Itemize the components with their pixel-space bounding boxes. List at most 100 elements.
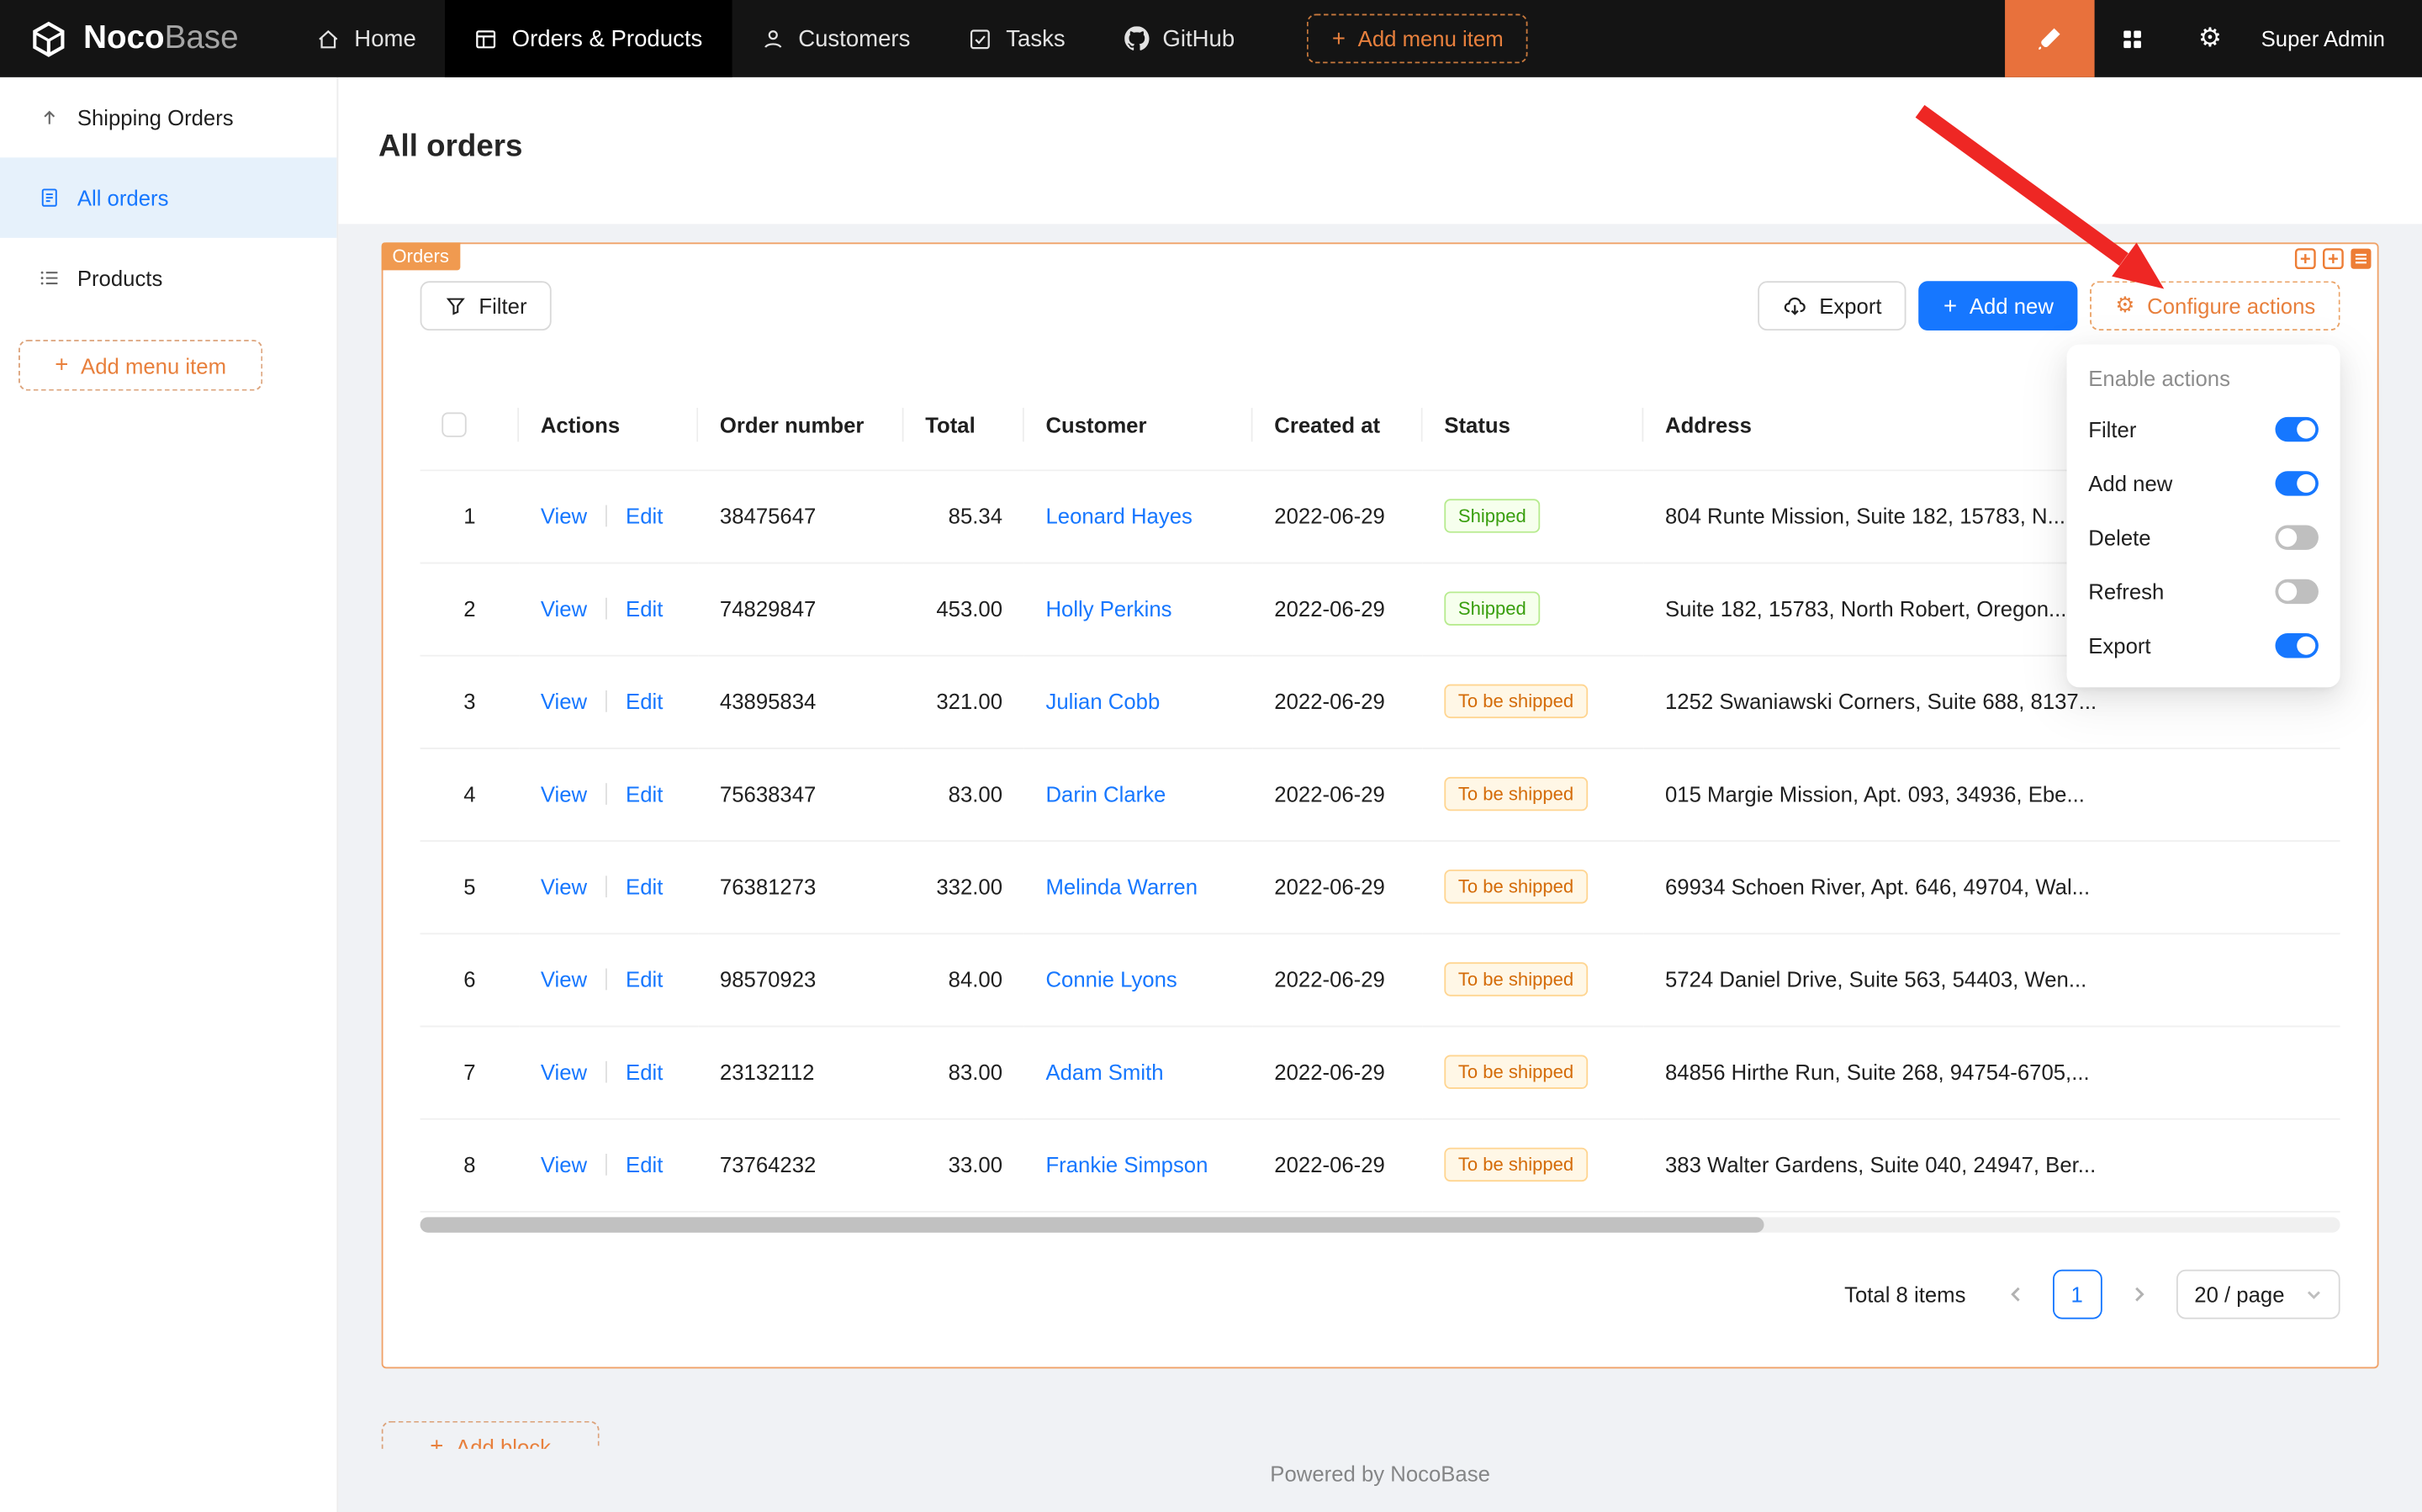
customer-link[interactable]: Leonard Hayes [1045, 504, 1192, 528]
table-row: 7 ViewEdit 23132112 83.00 Adam Smith 202… [420, 1026, 2340, 1118]
plugin-manager-button[interactable] [2094, 0, 2171, 77]
github-icon [1124, 26, 1149, 50]
address-cell: 84856 Hirthe Run, Suite 268, 94754-6705,… [1643, 1026, 2340, 1118]
row-actions: View Edit [519, 748, 698, 840]
nav-item-orders-products[interactable]: Orders & Products [446, 0, 732, 77]
page-size-select[interactable]: 20 / page [2176, 1269, 2340, 1319]
view-link[interactable]: View [541, 596, 587, 621]
customer-cell: Frankie Simpson [1024, 1118, 1253, 1211]
view-link[interactable]: View [541, 1152, 587, 1176]
add-block-button[interactable]: + Add block [382, 1421, 600, 1449]
created-at-cell: 2022-06-29 [1253, 563, 1423, 655]
address-cell: 5724 Daniel Drive, Suite 563, 54403, Wen… [1643, 933, 2340, 1025]
view-link[interactable]: View [541, 689, 587, 713]
edit-link[interactable]: Edit [626, 596, 663, 621]
customer-cell: Leonard Hayes [1024, 469, 1253, 562]
prev-page-button[interactable] [1991, 1269, 2040, 1319]
order-number-cell: 38475647 [698, 469, 903, 562]
sidebar-add-menu-item-button[interactable]: + Add menu item [19, 340, 262, 391]
customer-link[interactable]: Darin Clarke [1045, 781, 1166, 806]
total-cell: 321.00 [903, 655, 1023, 748]
table-toolbar: Filter Export + Add new ⚙ Configure acti… [420, 281, 2340, 330]
filter-toggle[interactable] [2276, 416, 2319, 441]
add-new-button[interactable]: + Add new [1919, 281, 2079, 330]
scrollbar-thumb[interactable] [420, 1216, 1764, 1231]
view-link[interactable]: View [541, 875, 587, 899]
edit-link[interactable]: Edit [626, 781, 663, 806]
total-cell: 85.34 [903, 469, 1023, 562]
total-cell: 453.00 [903, 563, 1023, 655]
edit-link[interactable]: Edit [626, 689, 663, 713]
divider [606, 875, 607, 897]
nav-item-tasks[interactable]: Tasks [939, 0, 1094, 77]
total-cell: 33.00 [903, 1118, 1023, 1211]
edit-link[interactable]: Edit [626, 504, 663, 528]
add-menu-item-button[interactable]: + Add menu item [1308, 14, 1529, 64]
plus-icon: + [1332, 27, 1346, 50]
customer-cell: Melinda Warren [1024, 840, 1253, 933]
view-link[interactable]: View [541, 781, 587, 806]
add-block-clip: + Add block [382, 1421, 600, 1449]
order-number-cell: 73764232 [698, 1118, 903, 1211]
row-index: 6 [420, 933, 520, 1025]
export-button[interactable]: Export [1758, 281, 1906, 330]
customer-link[interactable]: Holly Perkins [1045, 596, 1171, 621]
view-link[interactable]: View [541, 1060, 587, 1084]
pagination-total: Total 8 items [1844, 1282, 1965, 1306]
view-link[interactable]: View [541, 504, 587, 528]
pagination: Total 8 items 1 20 / page [420, 1269, 2340, 1319]
refresh-toggle[interactable] [2276, 579, 2319, 603]
current-page-button[interactable]: 1 [2052, 1269, 2102, 1319]
customer-link[interactable]: Adam Smith [1045, 1060, 1163, 1084]
plus-icon: + [430, 1435, 443, 1449]
created-at-cell: 2022-06-29 [1253, 1118, 1423, 1211]
nav-item-customers[interactable]: Customers [732, 0, 939, 77]
next-page-button[interactable] [2114, 1269, 2164, 1319]
status-badge: To be shipped [1444, 777, 1587, 811]
row-actions: View Edit [519, 840, 698, 933]
page-title: All orders [378, 130, 522, 165]
edit-link[interactable]: Edit [626, 1152, 663, 1176]
customer-link[interactable]: Julian Cobb [1045, 689, 1160, 713]
status-badge: To be shipped [1444, 962, 1587, 996]
customer-link[interactable]: Melinda Warren [1045, 875, 1198, 899]
sidebar-item-shipping-orders[interactable]: Shipping Orders [0, 77, 336, 158]
settings-button[interactable]: ⚙ [2171, 0, 2249, 77]
edit-link[interactable]: Edit [626, 875, 663, 899]
plus-square-icon[interactable] [2322, 247, 2345, 271]
row-actions: View Edit [519, 469, 698, 562]
nocobase-logo[interactable]: NocoBase [0, 0, 267, 77]
view-link[interactable]: View [541, 967, 587, 991]
export-toggle[interactable] [2276, 632, 2319, 657]
add-new-toggle[interactable] [2276, 470, 2319, 494]
sidebar-item-products[interactable]: Products [0, 238, 336, 319]
block-menu-icon[interactable] [2350, 247, 2373, 271]
divider [606, 505, 607, 527]
horizontal-scrollbar[interactable] [420, 1216, 2340, 1231]
sidebar-item-all-orders[interactable]: All orders [0, 157, 336, 238]
row-actions: View Edit [519, 655, 698, 748]
row-index: 4 [420, 748, 520, 840]
sidebar-item-label: Shipping Orders [77, 105, 234, 130]
nav-item-github[interactable]: GitHub [1095, 0, 1264, 77]
gear-icon: ⚙ [2198, 25, 2222, 51]
customer-cell: Darin Clarke [1024, 748, 1253, 840]
select-all-header [420, 380, 520, 470]
row-index: 8 [420, 1118, 520, 1211]
nav-item-home[interactable]: Home [288, 0, 445, 77]
customer-link[interactable]: Connie Lyons [1045, 967, 1177, 991]
tasks-icon [969, 27, 992, 50]
customer-link[interactable]: Frankie Simpson [1045, 1152, 1208, 1176]
user-menu[interactable]: Super Admin [2249, 26, 2422, 50]
delete-toggle[interactable] [2276, 525, 2319, 549]
plus-square-icon[interactable] [2294, 247, 2318, 271]
configure-actions-button[interactable]: ⚙ Configure actions [2091, 281, 2340, 330]
ui-editor-toggle-button[interactable] [2005, 0, 2095, 77]
edit-link[interactable]: Edit [626, 967, 663, 991]
edit-link[interactable]: Edit [626, 1060, 663, 1084]
filter-button[interactable]: Filter [420, 281, 552, 330]
footer-text: Powered by NocoBase [382, 1462, 2379, 1502]
select-all-checkbox[interactable] [442, 413, 466, 437]
status-cell: Shipped [1423, 469, 1644, 562]
logo-text: NocoBase [83, 20, 238, 57]
